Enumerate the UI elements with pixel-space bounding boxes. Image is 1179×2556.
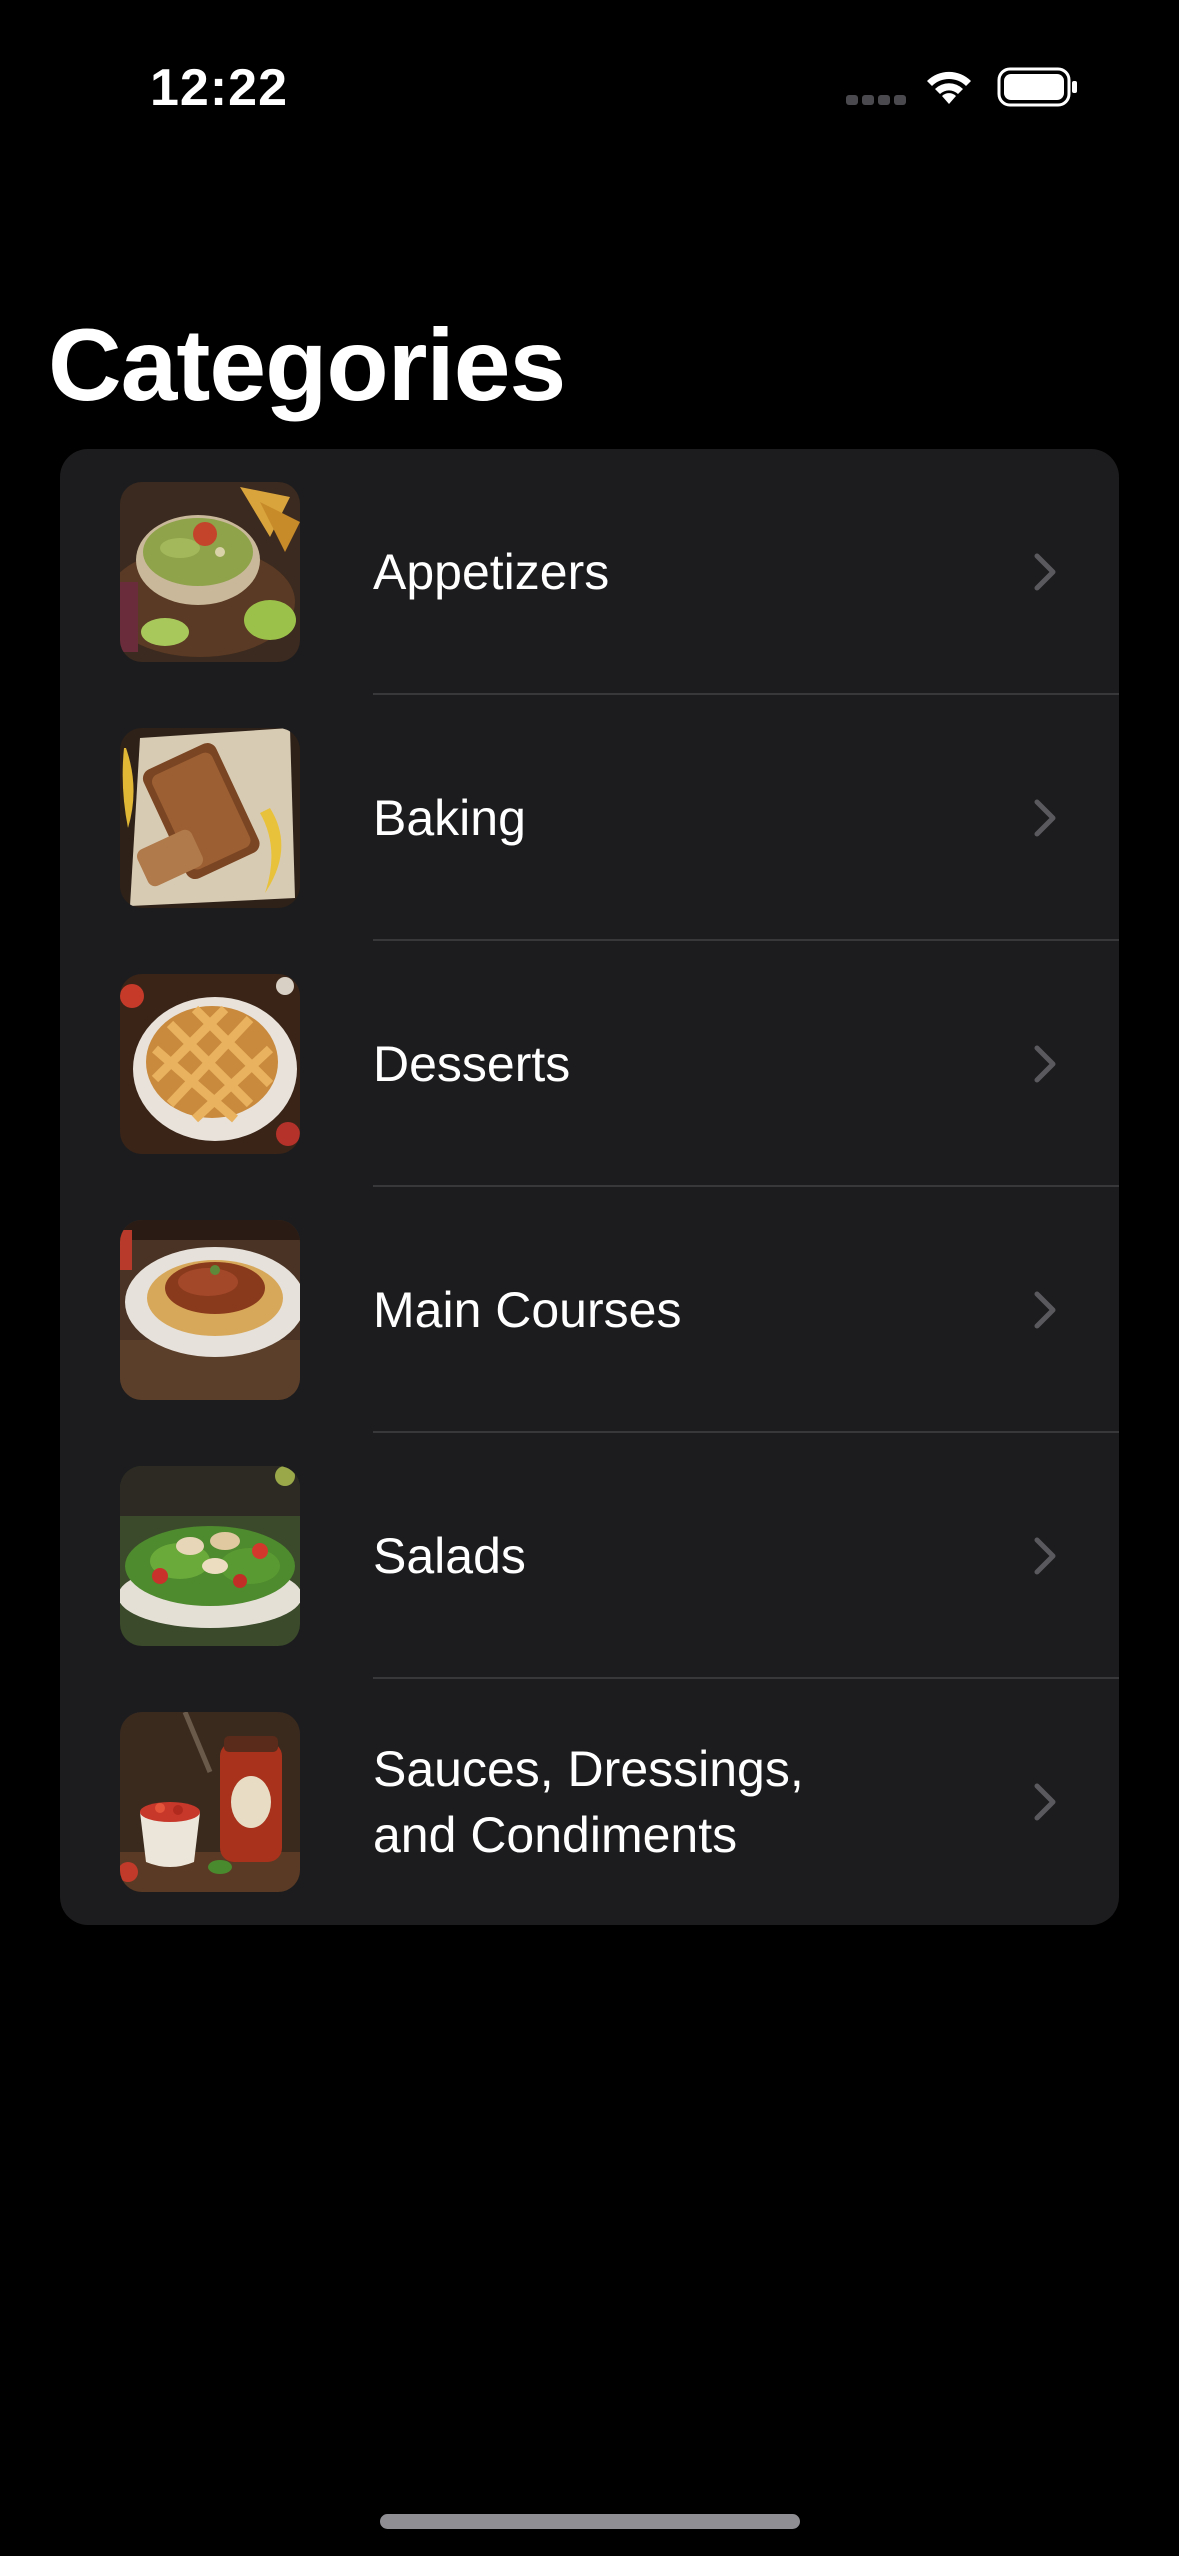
spaghetti-bolognese-photo (120, 1220, 300, 1400)
chevron-right-icon (1034, 799, 1056, 837)
category-row-main-courses[interactable]: Main Courses (60, 1187, 1119, 1433)
status-bar: 12:22 (0, 0, 1179, 170)
category-label: Main Courses (373, 1282, 682, 1338)
category-list: Appetizers Baking Desserts Main Courses … (60, 449, 1119, 1925)
lattice-pie-photo (120, 974, 300, 1154)
category-row-desserts[interactable]: Desserts (60, 941, 1119, 1187)
category-label: Baking (373, 790, 526, 846)
category-label: Appetizers (373, 544, 610, 600)
category-row-appetizers[interactable]: Appetizers (60, 449, 1119, 695)
category-row-salads[interactable]: Salads (60, 1433, 1119, 1679)
category-label: Salads (373, 1528, 526, 1584)
home-indicator[interactable] (380, 2514, 800, 2529)
chicken-salad-photo (120, 1466, 300, 1646)
page-title: Categories (48, 308, 566, 422)
chevron-right-icon (1034, 553, 1056, 591)
banana-bread-photo (120, 728, 300, 908)
battery-icon (997, 67, 1077, 107)
status-time: 12:22 (150, 59, 288, 117)
guacamole-bowl-photo (120, 482, 300, 662)
screen: 12:22 Categories Appetizers Baking Desse… (0, 0, 1179, 2556)
tomato-sauce-jar-photo (120, 1712, 300, 1892)
chevron-right-icon (1034, 1291, 1056, 1329)
category-row-baking[interactable]: Baking (60, 695, 1119, 941)
category-label: Desserts (373, 1036, 571, 1092)
wifi-icon (927, 71, 971, 104)
chevron-right-icon (1034, 1783, 1056, 1821)
category-row-sauces[interactable]: Sauces, Dressings, and Condiments (60, 1679, 1119, 1925)
category-label: Sauces, Dressings, and Condiments (373, 1741, 804, 1863)
chevron-right-icon (1034, 1045, 1056, 1083)
cellular-signal-icon (846, 95, 906, 107)
chevron-right-icon (1034, 1537, 1056, 1575)
